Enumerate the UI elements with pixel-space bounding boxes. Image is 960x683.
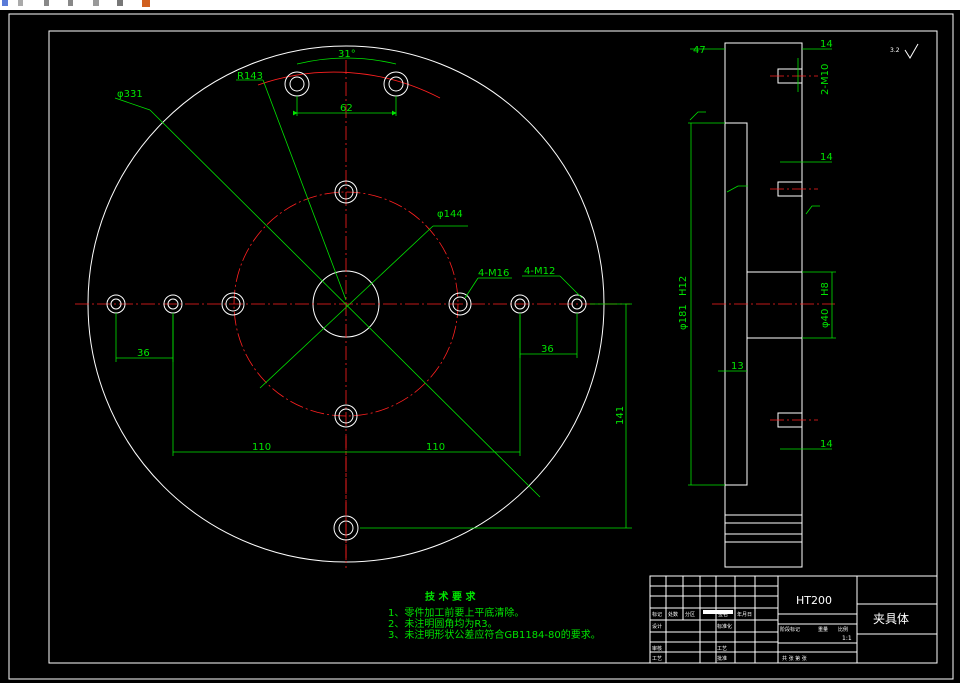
outer-sheet-border (8, 13, 954, 680)
svg-text:比例: 比例 (838, 626, 848, 633)
dim-36-left-label: 36 (137, 348, 150, 359)
dim-h12-label: H12 (678, 276, 689, 296)
dim-14-a-label: 14 (820, 39, 833, 50)
notes-title: 技 术 要 求 (425, 590, 476, 603)
svg-text:分区: 分区 (685, 611, 695, 618)
bore-d40 (746, 271, 803, 339)
note-1: 1、零件加工前要上平底清除。 (388, 606, 524, 619)
dim-141-label: 141 (615, 406, 626, 425)
dim-36-right-label: 36 (541, 344, 554, 355)
drawing-frame (48, 30, 938, 664)
technical-notes: 技 术 要 求 1、零件加工前要上平底清除。 2、未注明圆角均为R3。 3、未注… (388, 590, 601, 641)
surface-finish-symbol: 3.2 (890, 43, 919, 59)
d331-label: φ331 (117, 89, 143, 100)
section-dimensions (688, 48, 836, 486)
dim-13-label: 13 (731, 361, 744, 372)
svg-text:签名: 签名 (718, 611, 728, 618)
cad-drawing-canvas[interactable]: 31° R143 φ331 62 φ144 4-M16 4-M12 36 36 … (0, 10, 960, 683)
svg-text:共 张 第 张: 共 张 第 张 (782, 655, 807, 662)
dim-14-b-label: 14 (820, 152, 833, 163)
svg-text:年月日: 年月日 (737, 611, 752, 618)
dim-110-left-label: 110 (252, 442, 271, 453)
dim-14-c-label: 14 (820, 439, 833, 450)
dim-62-label: 62 (340, 103, 353, 114)
svg-text:重量: 重量 (818, 626, 828, 633)
svg-text:工艺: 工艺 (652, 656, 662, 662)
note-2: 2、未注明圆角均为R3。 (388, 617, 498, 630)
svg-text:工艺: 工艺 (717, 646, 727, 652)
top-hole-left (284, 71, 310, 97)
dim-110-right-label: 110 (426, 442, 445, 453)
svg-text:阶段标记: 阶段标记 (780, 626, 800, 633)
d144-label: φ144 (437, 209, 463, 220)
leader-d331 (149, 109, 541, 498)
svg-text:设计: 设计 (652, 623, 662, 630)
title-block: HT200 夹具体 1:1 标记 处数 分区 签名 年月日 设计 标准化 审核 … (649, 575, 938, 664)
section-view (712, 42, 835, 568)
m12-label: 4-M12 (524, 266, 555, 277)
toolbar-icons[interactable] (0, 0, 170, 7)
toolbar-strip (0, 0, 960, 10)
dim-h8-label: H8 (820, 282, 831, 296)
angle-31-label: 31° (338, 49, 356, 60)
dim-d181-label: φ181 (678, 304, 689, 330)
front-dimensions (114, 57, 632, 529)
svg-text:批准: 批准 (717, 655, 727, 662)
dim-d40-label: φ40 (820, 309, 831, 328)
scale-value: 1:1 (842, 635, 852, 642)
front-view (75, 45, 630, 568)
dim-47-label: 47 (693, 45, 706, 56)
part-name-label: 夹具体 (873, 612, 909, 626)
material-label: HT200 (796, 594, 832, 607)
svg-text:3.2: 3.2 (890, 47, 900, 54)
m16-label: 4-M16 (478, 268, 509, 279)
r143-label: R143 (237, 71, 263, 82)
note-3: 3、未注明形状公差应符合GB1184-80的要求。 (388, 628, 601, 641)
svg-text:标准化: 标准化 (717, 623, 732, 630)
svg-text:处数: 处数 (668, 611, 678, 618)
dim-2m10-label: 2-M10 (820, 64, 831, 95)
svg-text:标记: 标记 (652, 611, 662, 618)
svg-text:审核: 审核 (652, 645, 662, 652)
top-hole-right (383, 71, 409, 97)
leader-d144 (259, 225, 434, 389)
